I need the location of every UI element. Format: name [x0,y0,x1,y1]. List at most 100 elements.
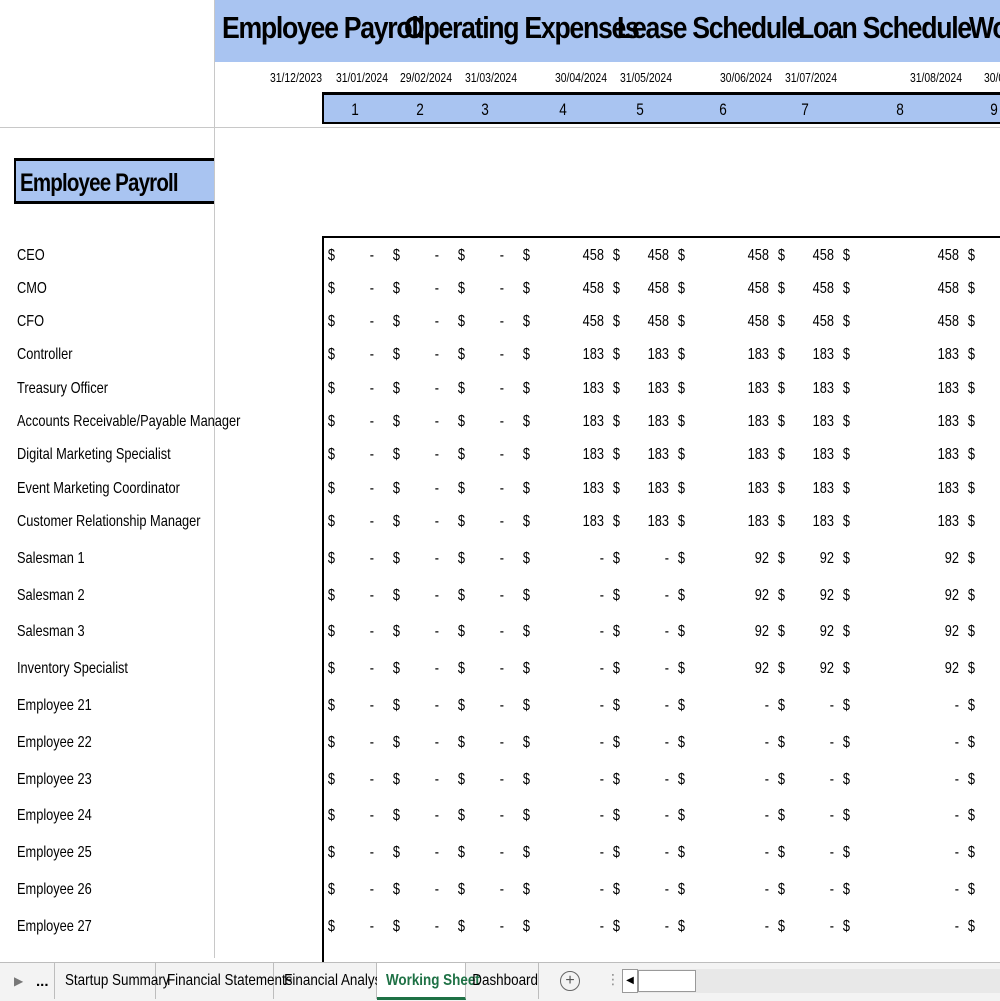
table-cell[interactable]: - [927,918,959,936]
table-cell[interactable]: - [472,346,504,364]
table-cell[interactable]: - [572,660,604,678]
table-cell[interactable]: - [407,881,439,899]
table-cell[interactable]: - [802,844,834,862]
table-cell[interactable]: 183 [737,413,769,431]
table-cell[interactable]: - [407,380,439,398]
table-cell[interactable]: 183 [637,513,669,531]
table-cell[interactable]: - [342,660,374,678]
nav-link-loan-schedule[interactable]: Loan Schedule [798,10,972,46]
table-cell[interactable]: - [342,918,374,936]
table-cell[interactable]: 183 [572,413,604,431]
table-cell[interactable]: 458 [927,313,959,331]
table-cell[interactable]: 183 [802,380,834,398]
table-cell[interactable]: - [407,346,439,364]
table-cell[interactable]: - [637,623,669,641]
table-cell[interactable]: - [637,660,669,678]
tab-financial-analysis[interactable]: Financial Analysis [274,963,391,999]
table-cell[interactable]: 458 [927,247,959,265]
table-cell[interactable]: - [802,807,834,825]
table-cell[interactable]: - [342,280,374,298]
table-cell[interactable]: 183 [572,513,604,531]
table-cell[interactable]: 92 [737,623,769,641]
table-cell[interactable]: - [927,807,959,825]
table-cell[interactable]: 458 [637,247,669,265]
table-cell[interactable]: - [342,807,374,825]
table-cell[interactable]: 458 [737,247,769,265]
table-cell[interactable]: 183 [737,480,769,498]
table-cell[interactable]: 458 [802,247,834,265]
table-cell[interactable]: - [407,513,439,531]
table-cell[interactable]: - [342,247,374,265]
table-cell[interactable]: - [572,587,604,605]
table-cell[interactable]: 183 [737,346,769,364]
table-cell[interactable]: 458 [637,280,669,298]
table-cell[interactable]: - [342,446,374,464]
table-cell[interactable]: - [927,771,959,789]
table-cell[interactable]: 183 [927,513,959,531]
table-cell[interactable]: - [472,313,504,331]
table-cell[interactable]: - [572,697,604,715]
table-cell[interactable]: - [407,807,439,825]
table-cell[interactable]: - [802,918,834,936]
table-cell[interactable]: - [472,513,504,531]
table-cell[interactable]: - [342,881,374,899]
chevron-right-icon[interactable]: ▶ [14,963,23,999]
splitter-handle[interactable]: ⋮ [606,971,620,988]
table-cell[interactable]: 92 [802,623,834,641]
table-cell[interactable]: 183 [802,513,834,531]
table-cell[interactable]: - [472,380,504,398]
table-cell[interactable]: - [637,881,669,899]
table-cell[interactable]: - [342,734,374,752]
table-cell[interactable]: 92 [737,660,769,678]
table-cell[interactable]: - [737,697,769,715]
table-cell[interactable]: - [472,697,504,715]
table-cell[interactable]: 92 [927,660,959,678]
table-cell[interactable]: 458 [737,313,769,331]
table-cell[interactable]: - [802,881,834,899]
table-cell[interactable]: - [927,697,959,715]
table-cell[interactable]: - [407,623,439,641]
table-cell[interactable]: - [472,881,504,899]
table-cell[interactable]: - [572,918,604,936]
horizontal-scrollbar[interactable]: ◀ [622,969,1000,993]
table-cell[interactable]: 183 [802,446,834,464]
table-cell[interactable]: - [407,844,439,862]
table-cell[interactable]: - [927,734,959,752]
table-cell[interactable]: - [472,550,504,568]
nav-link-employee-payroll[interactable]: Employee Payroll [222,10,425,46]
nav-link-lease-schedule[interactable]: Lease Schedule [617,10,802,46]
table-cell[interactable]: - [342,623,374,641]
table-cell[interactable]: 458 [927,280,959,298]
table-cell[interactable]: 92 [737,550,769,568]
table-cell[interactable]: - [472,807,504,825]
table-cell[interactable]: 183 [802,480,834,498]
table-cell[interactable]: - [737,771,769,789]
table-cell[interactable]: - [637,844,669,862]
tab-financial-statements[interactable]: Financial Statements [155,963,292,999]
table-cell[interactable]: - [802,771,834,789]
table-cell[interactable]: - [342,513,374,531]
table-cell[interactable]: 92 [927,550,959,568]
table-cell[interactable]: - [472,413,504,431]
plus-circle-icon[interactable]: + [560,971,580,991]
more-sheets-button[interactable]: ... [36,963,49,1001]
table-cell[interactable]: - [472,280,504,298]
table-cell[interactable]: - [637,918,669,936]
table-cell[interactable]: - [342,587,374,605]
table-cell[interactable]: - [802,734,834,752]
table-cell[interactable]: - [637,807,669,825]
table-cell[interactable]: - [472,771,504,789]
table-cell[interactable]: - [802,697,834,715]
table-cell[interactable]: - [737,844,769,862]
table-cell[interactable]: 183 [927,346,959,364]
tab-working-sheet[interactable]: Working Sheet [377,963,480,1000]
table-cell[interactable]: - [472,660,504,678]
table-cell[interactable]: 183 [927,413,959,431]
table-cell[interactable]: 458 [802,280,834,298]
table-cell[interactable]: - [737,918,769,936]
table-cell[interactable]: 458 [572,313,604,331]
table-cell[interactable]: - [637,771,669,789]
table-cell[interactable]: 183 [927,380,959,398]
table-cell[interactable]: 183 [572,346,604,364]
table-cell[interactable]: - [472,734,504,752]
